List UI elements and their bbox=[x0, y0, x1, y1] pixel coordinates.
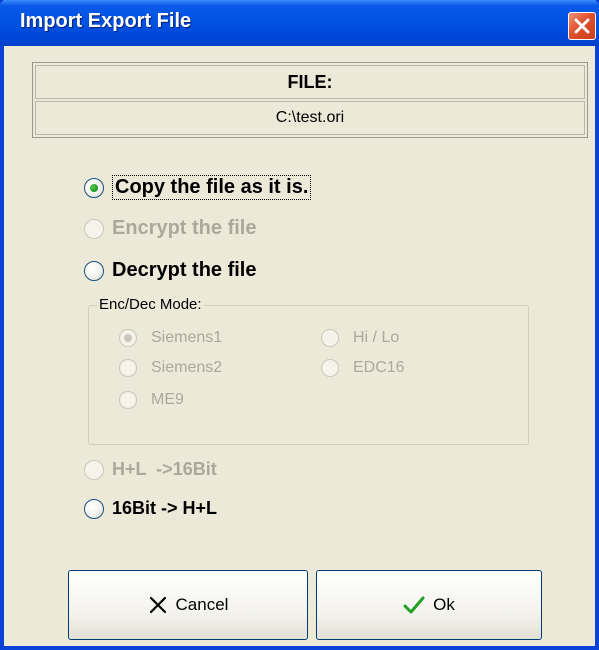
edc16-label: EDC16 bbox=[353, 359, 405, 376]
me9-label: ME9 bbox=[151, 391, 184, 408]
decrypt-option[interactable]: Decrypt the file bbox=[84, 259, 256, 282]
me9-radio bbox=[119, 391, 137, 409]
me9-option: ME9 bbox=[119, 391, 184, 409]
encrypt-radio bbox=[84, 218, 104, 239]
close-button[interactable] bbox=[568, 12, 596, 40]
copy-option[interactable]: Copy the file as it is. bbox=[84, 175, 312, 200]
siemens2-option: Siemens2 bbox=[119, 359, 222, 377]
title-bar[interactable]: Import Export File bbox=[0, 0, 599, 46]
hl-to-16bit-option: H+L ->16Bit bbox=[84, 459, 217, 480]
hl-to-16bit-radio bbox=[84, 459, 104, 480]
siemens1-radio bbox=[119, 329, 137, 347]
siemens2-label: Siemens2 bbox=[151, 359, 223, 376]
decrypt-radio[interactable] bbox=[84, 260, 104, 281]
cancel-label: Cancel bbox=[175, 595, 229, 614]
checkmark-icon bbox=[403, 596, 425, 614]
copy-radio[interactable] bbox=[84, 177, 104, 198]
hl-to-16bit-label: H+L ->16Bit bbox=[112, 459, 217, 479]
decrypt-label: Decrypt the file bbox=[112, 259, 257, 281]
group-label: Enc/Dec Mode: bbox=[97, 296, 204, 313]
16bit-to-hl-option[interactable]: 16Bit -> H+L bbox=[84, 498, 217, 519]
siemens1-label: Siemens1 bbox=[151, 329, 223, 346]
cancel-button[interactable]: Cancel bbox=[68, 570, 308, 640]
copy-label: Copy the file as it is. bbox=[112, 175, 312, 200]
hilo-label: Hi / Lo bbox=[353, 329, 400, 346]
hilo-option: Hi / Lo bbox=[321, 329, 399, 347]
window-title: Import Export File bbox=[20, 10, 192, 32]
enc-dec-mode-group: Enc/Dec Mode: Siemens1 Siemens2 ME9 Hi /… bbox=[88, 296, 529, 445]
encrypt-option: Encrypt the file bbox=[84, 217, 256, 240]
siemens2-radio bbox=[119, 359, 137, 377]
hilo-radio bbox=[321, 329, 339, 347]
edc16-radio bbox=[321, 359, 339, 377]
close-icon bbox=[574, 18, 590, 34]
16bit-to-hl-label: 16Bit -> H+L bbox=[112, 498, 218, 518]
16bit-to-hl-radio[interactable] bbox=[84, 498, 104, 519]
file-heading: FILE: bbox=[35, 65, 585, 99]
encrypt-label: Encrypt the file bbox=[112, 217, 257, 239]
cancel-x-icon bbox=[149, 596, 166, 614]
file-panel: FILE: C:\test.ori bbox=[32, 62, 588, 138]
file-path: C:\test.ori bbox=[35, 101, 585, 135]
siemens1-option: Siemens1 bbox=[119, 329, 222, 347]
edc16-option: EDC16 bbox=[321, 359, 405, 377]
ok-button[interactable]: Ok bbox=[316, 570, 542, 640]
ok-label: Ok bbox=[433, 595, 455, 614]
